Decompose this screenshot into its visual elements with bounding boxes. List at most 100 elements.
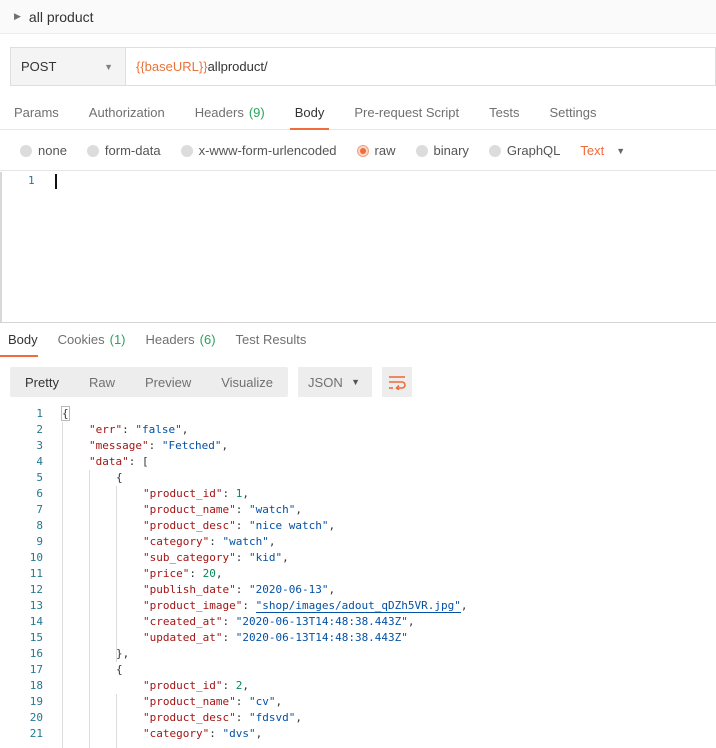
line-number: 5 <box>36 471 43 484</box>
code-text: { <box>61 406 70 421</box>
body-type-selector: none form-data x-www-form-urlencoded raw… <box>0 131 716 171</box>
line-number: 20 <box>29 711 43 724</box>
format-select[interactable]: JSON ▼ <box>298 367 373 397</box>
tab-label: Body <box>8 332 38 347</box>
tab-headers[interactable]: Headers (9) <box>180 95 280 129</box>
tab-label: Cookies <box>57 332 105 347</box>
code-text: "err": "false", <box>89 423 189 436</box>
tab-body[interactable]: Body <box>280 95 340 130</box>
radio-binary[interactable]: binary <box>415 143 469 158</box>
radio-raw[interactable]: raw <box>356 143 396 158</box>
code-text: "category": "dvs", <box>143 727 263 740</box>
tab-count: (9) <box>248 104 265 120</box>
code-text: "product_name": "cv", <box>143 695 283 708</box>
line-number: 19 <box>29 695 43 708</box>
code-line: 1{ <box>0 406 716 422</box>
code-line: 12 "publish_date": "2020-06-13", <box>0 582 716 598</box>
response-tab-test-results[interactable]: Test Results <box>226 323 317 356</box>
radio-icon <box>86 144 99 157</box>
tab-count: (1) <box>109 332 126 347</box>
tab-label: Params <box>14 104 59 120</box>
expand-caret-icon[interactable]: ▶ <box>14 11 21 22</box>
line-number: 12 <box>29 583 43 596</box>
tab-params[interactable]: Params <box>0 95 74 129</box>
code-text: "product_id": 1, <box>143 487 249 500</box>
response-tabs: Body Cookies (1) Headers (6) Test Results <box>0 322 716 357</box>
code-line: 3 "message": "Fetched", <box>0 438 716 454</box>
url-bar: POST ▼ {{baseURL}} allproduct/ <box>10 47 716 86</box>
radio-label: GraphQL <box>506 143 561 158</box>
radio-icon <box>180 144 193 157</box>
tab-label: Authorization <box>88 104 165 120</box>
line-number: 6 <box>36 487 43 500</box>
line-number: 1 <box>36 407 43 420</box>
raw-type-label: Text <box>580 143 605 158</box>
request-title[interactable]: all product <box>29 9 94 25</box>
code-line: 5{ <box>0 470 716 486</box>
method-select[interactable]: POST ▼ <box>11 48 126 85</box>
code-line: 6 "product_id": 1, <box>0 486 716 502</box>
radio-label: raw <box>374 143 396 158</box>
response-tab-cookies[interactable]: Cookies (1) <box>48 323 136 356</box>
line-number: 15 <box>29 631 43 644</box>
radio-form-data[interactable]: form-data <box>86 143 161 158</box>
code-line: 14 "created_at": "2020-06-13T14:48:38.443… <box>0 614 716 630</box>
response-body-code[interactable]: 1{2 "err": "false", 3 "message": "Fetched",… <box>0 406 716 748</box>
view-raw[interactable]: Raw <box>74 367 130 397</box>
code-text: "updated_at": "2020-06-13T14:48:38.443Z" <box>143 631 408 644</box>
radio-label: form-data <box>104 143 161 158</box>
radio-selected-icon <box>356 144 369 157</box>
radio-none[interactable]: none <box>20 143 67 158</box>
code-line: 7 "product_name": "watch", <box>0 502 716 518</box>
chevron-down-icon: ▼ <box>616 145 626 156</box>
view-pretty[interactable]: Pretty <box>10 367 74 397</box>
code-text: "product_image": "shop/images/adout_qDZh… <box>143 599 468 613</box>
tab-authorization[interactable]: Authorization <box>74 95 180 129</box>
code-text: { <box>116 663 123 676</box>
line-number: 3 <box>36 439 43 452</box>
radio-graphql[interactable]: GraphQL <box>488 143 561 158</box>
code-rows: 1{2 "err": "false", 3 "message": "Fetched",… <box>0 406 716 742</box>
response-tab-headers[interactable]: Headers (6) <box>136 323 226 356</box>
request-title-bar[interactable]: ▶ all product <box>0 0 716 34</box>
tab-label: Body <box>294 104 325 120</box>
tab-pre-request-script[interactable]: Pre-request Script <box>339 95 474 129</box>
line-number: 13 <box>29 599 43 612</box>
code-line: 19 "product_name": "cv", <box>0 694 716 710</box>
line-number: 1 <box>28 174 35 187</box>
request-body-editor[interactable]: 1 <box>0 172 716 322</box>
code-text: "product_desc": "fdsvd", <box>143 711 302 724</box>
view-visualize[interactable]: Visualize <box>206 367 288 397</box>
line-number: 10 <box>29 551 43 564</box>
radio-x-www-form-urlencoded[interactable]: x-www-form-urlencoded <box>180 143 337 158</box>
view-mode-group: Pretty Raw Preview Visualize <box>10 367 289 397</box>
code-line: 21 "category": "dvs", <box>0 726 716 742</box>
raw-type-select[interactable]: Text ▼ <box>580 143 625 158</box>
code-line: 13 "product_image": "shop/images/adout_qD… <box>0 598 716 614</box>
code-text: "message": "Fetched", <box>89 439 229 452</box>
tab-tests[interactable]: Tests <box>474 95 534 129</box>
tab-settings[interactable]: Settings <box>534 95 611 129</box>
response-toolbar: Pretty Raw Preview Visualize JSON ▼ <box>10 367 413 397</box>
line-number: 14 <box>29 615 43 628</box>
tab-label: Settings <box>549 104 597 120</box>
code-line: 20 "product_desc": "fdsvd", <box>0 710 716 726</box>
radio-icon <box>20 144 32 157</box>
tab-label: Pre-request Script <box>354 104 460 120</box>
radio-label: none <box>38 143 67 158</box>
response-tab-body[interactable]: Body <box>0 323 48 357</box>
code-line: 18 "product_id": 2, <box>0 678 716 694</box>
view-preview[interactable]: Preview <box>130 367 206 397</box>
wrap-lines-button[interactable] <box>382 367 413 397</box>
code-text: "sub_category": "kid", <box>143 551 289 564</box>
chevron-down-icon: ▼ <box>104 61 113 72</box>
code-text: { <box>116 471 123 484</box>
chevron-down-icon: ▼ <box>351 377 361 387</box>
wrap-lines-icon <box>389 376 406 390</box>
code-line: 8 "product_desc": "nice watch", <box>0 518 716 534</box>
code-text: "category": "watch", <box>143 535 276 548</box>
code-line: 17 { <box>0 662 716 678</box>
code-line: 4 "data": [ <box>0 454 716 470</box>
code-text: "price": 20, <box>143 567 223 580</box>
url-input[interactable]: {{baseURL}} allproduct/ <box>126 48 268 85</box>
